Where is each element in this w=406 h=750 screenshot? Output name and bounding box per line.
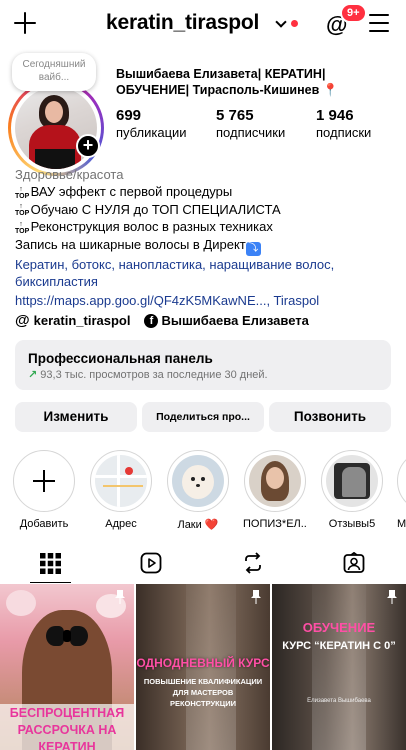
dog-thumbnail (172, 455, 224, 507)
bio-line: ↑ TOP ВАУ эффект с первой процедуры (15, 184, 233, 200)
highlight-popizdel[interactable]: ПОПИЗ*ЕЛ... (243, 450, 307, 530)
tab-tagged[interactable] (303, 547, 404, 583)
trend-up-icon: ↗ (28, 369, 38, 381)
pin-icon (387, 590, 397, 604)
highlight-label: Отзывы5 (328, 518, 376, 530)
stat-label: подписчики (216, 125, 286, 140)
post-thumbnail[interactable]: ОБУЧЕНИЕ КУРС “КЕРАТИН С 0” Елизавета Вы… (272, 584, 406, 750)
create-plus-icon[interactable] (12, 10, 38, 36)
add-story-icon[interactable]: + (76, 134, 100, 158)
top-arrow-icon: ↑ TOP (15, 185, 30, 200)
grid-icon (40, 553, 61, 574)
bio-line: ↑ TOP Реконструкция волос в разных техник… (15, 219, 273, 235)
post-subcaption: КУРС “КЕРАТИН С 0” (282, 640, 396, 652)
note-bubble[interactable]: Сегодняшний вайб... (12, 53, 96, 91)
plus-icon (33, 470, 55, 492)
threads-icon: @ (15, 312, 30, 329)
tab-grid[interactable] (0, 547, 101, 583)
highlight-more[interactable]: М (397, 450, 406, 530)
post-thumbnail[interactable]: ОДНОДНЕВНЫЙ КУРС ПОВЫШЕНИЕ КВАЛИФИКАЦИИ … (136, 584, 270, 750)
post-caption: ОДНОДНЕВНЫЙ КУРС (136, 656, 270, 670)
bow-icon (46, 624, 88, 652)
notification-badge: 9+ (340, 3, 367, 23)
highlight-add[interactable]: Добавить (12, 450, 76, 530)
notification-dot (291, 20, 298, 27)
stat-posts[interactable]: 699 публикации (116, 107, 187, 140)
dashboard-subtitle: ↗ 93,3 тыс. просмотров за последние 30 д… (28, 369, 268, 381)
map-thumbnail (95, 455, 147, 507)
stat-label: подписки (316, 125, 372, 140)
highlight-address[interactable]: Адрес (89, 450, 153, 530)
post-subcaption: ПОВЫШЕНИЕ КВАЛИФИКАЦИИ ДЛЯ МАСТЕРОВ РЕКО… (143, 677, 263, 708)
post-thumbnail[interactable]: БЕСПРОЦЕНТНАЯ РАССРОЧКА НА КЕРАТИН (0, 584, 134, 750)
highlight-label: Добавить (19, 518, 69, 530)
menu-icon[interactable] (369, 14, 389, 32)
selfie-thumbnail (249, 455, 301, 507)
stat-number: 1 946 (316, 107, 354, 124)
tagged-icon (343, 552, 365, 573)
enter-arrow-icon: ⤵ (245, 241, 261, 256)
linked-accounts: @ keratin_tiraspol f Вышибаева Елизавета (15, 312, 309, 329)
profile-bio: Здоровье/красота ↑ TOP ВАУ эффект с перво… (15, 166, 395, 310)
highlight-label: М (397, 518, 406, 530)
stat-number: 699 (116, 107, 142, 124)
tab-reels[interactable] (101, 547, 202, 583)
stat-following[interactable]: 1 946 подписки (316, 107, 371, 140)
post-caption: БЕСПРОЦЕНТНАЯ РАССРОЧКА НА КЕРАТИН (0, 704, 134, 750)
call-button[interactable]: Позвонить (269, 402, 391, 432)
share-profile-button[interactable]: Поделиться про... (142, 402, 264, 432)
facebook-icon: f (144, 313, 159, 328)
post-caption: ОБУЧЕНИЕ (302, 620, 376, 635)
chevron-down-icon[interactable] (275, 16, 287, 28)
reposts-icon (245, 552, 261, 574)
profile-category: Здоровье/красота (15, 167, 124, 182)
tab-reposts[interactable] (202, 547, 303, 583)
post-author: Елизавета Вышибаева (307, 698, 371, 704)
bio-line: ↑ TOP Обучаю С НУЛЯ до ТОП СПЕЦИАЛИСТА (15, 201, 281, 218)
bio-line: Запись на шикарные волосы в Директ ⤵ (15, 236, 395, 256)
stat-followers[interactable]: 5 765 подписчики (216, 107, 285, 140)
professional-dashboard[interactable]: Профессиональная панель ↗ 93,3 тыс. прос… (15, 340, 391, 390)
dashboard-title: Профессиональная панель (28, 351, 213, 366)
top-arrow-icon: ↑ TOP (15, 203, 30, 218)
bio-hashtags[interactable]: Кератин, ботокс, нанопластика, наращиван… (15, 256, 395, 291)
top-bar: keratin_tiraspol @ 9+ (0, 0, 406, 50)
highlight-laki[interactable]: Лаки ❤️ (166, 450, 230, 531)
bio-location-link[interactable]: https://maps.app.goo.gl/QF4zK5MKawNE...,… (15, 292, 395, 309)
profile-avatar[interactable] (8, 80, 104, 176)
stat-number: 5 765 (216, 107, 254, 124)
stat-label: публикации (116, 125, 187, 140)
top-arrow-icon: ↑ TOP (15, 220, 30, 235)
pin-icon (251, 590, 261, 604)
edit-profile-button[interactable]: Изменить (15, 402, 137, 432)
reviews-thumbnail (326, 455, 378, 507)
highlight-label: Лаки ❤️ (177, 519, 219, 531)
highlight-label: Адрес (105, 518, 137, 530)
content-tabs (0, 547, 406, 583)
threads-handle-link[interactable]: keratin_tiraspol (34, 313, 131, 328)
account-username[interactable]: keratin_tiraspol (106, 11, 259, 35)
highlight-reviews[interactable]: Отзывы5 (320, 450, 384, 530)
profile-full-name: Вышибаева Елизавета| КЕРАТИН| ОБУЧЕНИЕ| … (116, 67, 339, 97)
highlight-label: ПОПИЗ*ЕЛ... (243, 518, 307, 530)
pin-icon (115, 590, 125, 604)
reels-icon (140, 552, 162, 574)
facebook-name-link[interactable]: Вышибаева Елизавета (161, 313, 308, 328)
